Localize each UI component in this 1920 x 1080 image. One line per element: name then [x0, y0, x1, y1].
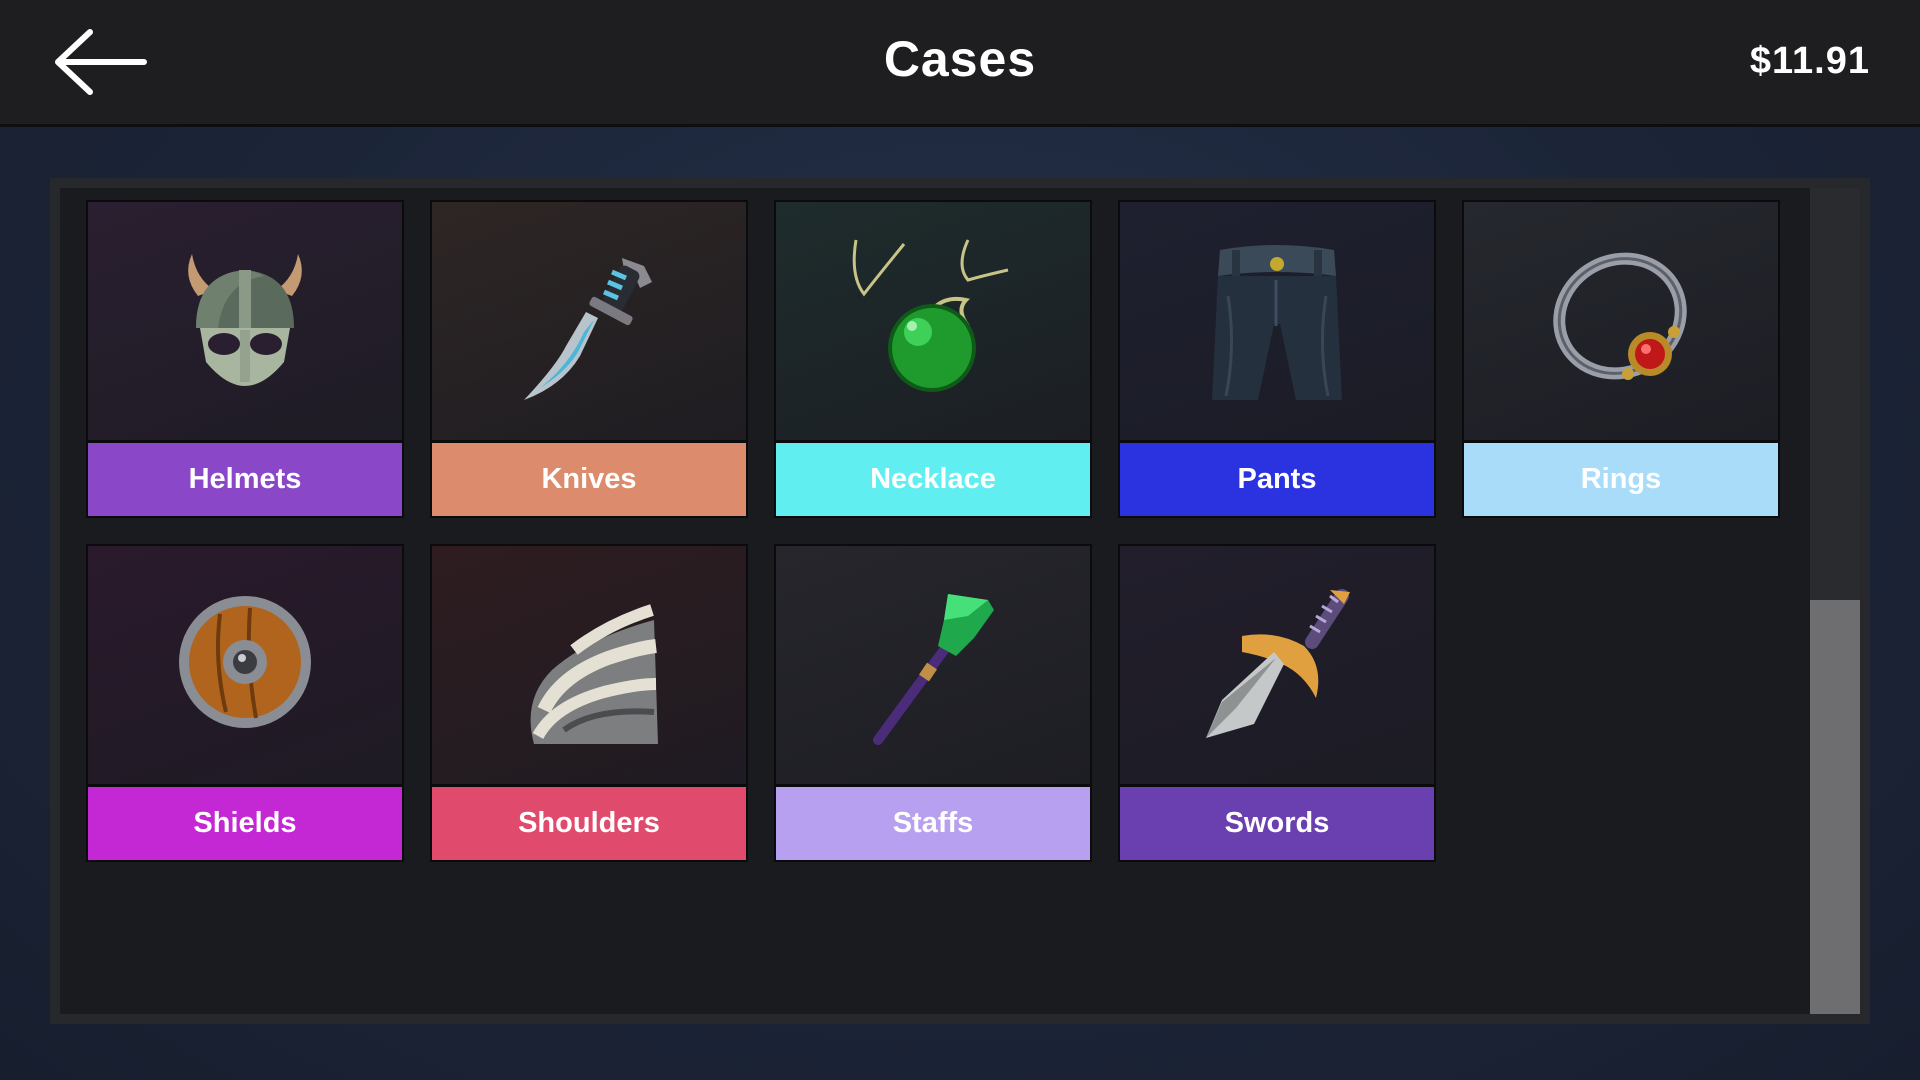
case-card-swords[interactable]: Swords: [1118, 544, 1436, 862]
shoulders-icon: [530, 604, 658, 744]
cases-panel: Helmets Knives Necklace Pants Rings Shie…: [50, 178, 1870, 1024]
case-label: Swords: [1120, 784, 1434, 860]
case-card-necklace[interactable]: Necklace: [774, 200, 1092, 518]
pants-icon: [1212, 245, 1342, 400]
case-label: Shields: [88, 784, 402, 860]
case-card-rings[interactable]: Rings: [1462, 200, 1780, 518]
case-art: [88, 546, 402, 784]
case-art: [1464, 202, 1778, 440]
sword-icon: [1206, 589, 1350, 738]
case-card-helmets[interactable]: Helmets: [86, 200, 404, 518]
staff-icon: [873, 594, 994, 745]
necklace-icon: [852, 239, 1009, 392]
case-art: [432, 546, 746, 784]
case-art: [1120, 546, 1434, 784]
ring-icon: [1553, 252, 1687, 380]
case-card-knives[interactable]: Knives: [430, 200, 748, 518]
case-label: Pants: [1120, 440, 1434, 516]
scrollbar-track[interactable]: [1810, 188, 1860, 1014]
helmet-icon: [188, 254, 302, 386]
case-art: [432, 202, 746, 440]
shield-icon: [179, 596, 311, 728]
case-label: Knives: [432, 440, 746, 516]
case-card-pants[interactable]: Pants: [1118, 200, 1436, 518]
case-label: Staffs: [776, 784, 1090, 860]
case-art: [776, 546, 1090, 784]
case-card-staffs[interactable]: Staffs: [774, 544, 1092, 862]
scrollbar-thumb[interactable]: [1810, 600, 1860, 1014]
case-art: [776, 202, 1090, 440]
case-card-shoulders[interactable]: Shoulders: [430, 544, 748, 862]
case-label: Rings: [1464, 440, 1778, 516]
case-art: [1120, 202, 1434, 440]
case-label: Helmets: [88, 440, 402, 516]
top-bar: Cases $11.91: [0, 0, 1920, 127]
balance-display: $11.91: [1749, 40, 1870, 82]
cases-grid: Helmets Knives Necklace Pants Rings Shie…: [86, 200, 1780, 862]
knife-icon: [524, 258, 652, 400]
page-title: Cases: [883, 31, 1037, 87]
case-label: Shoulders: [432, 784, 746, 860]
case-label: Necklace: [776, 440, 1090, 516]
case-art: [88, 202, 402, 440]
case-card-shields[interactable]: Shields: [86, 544, 404, 862]
